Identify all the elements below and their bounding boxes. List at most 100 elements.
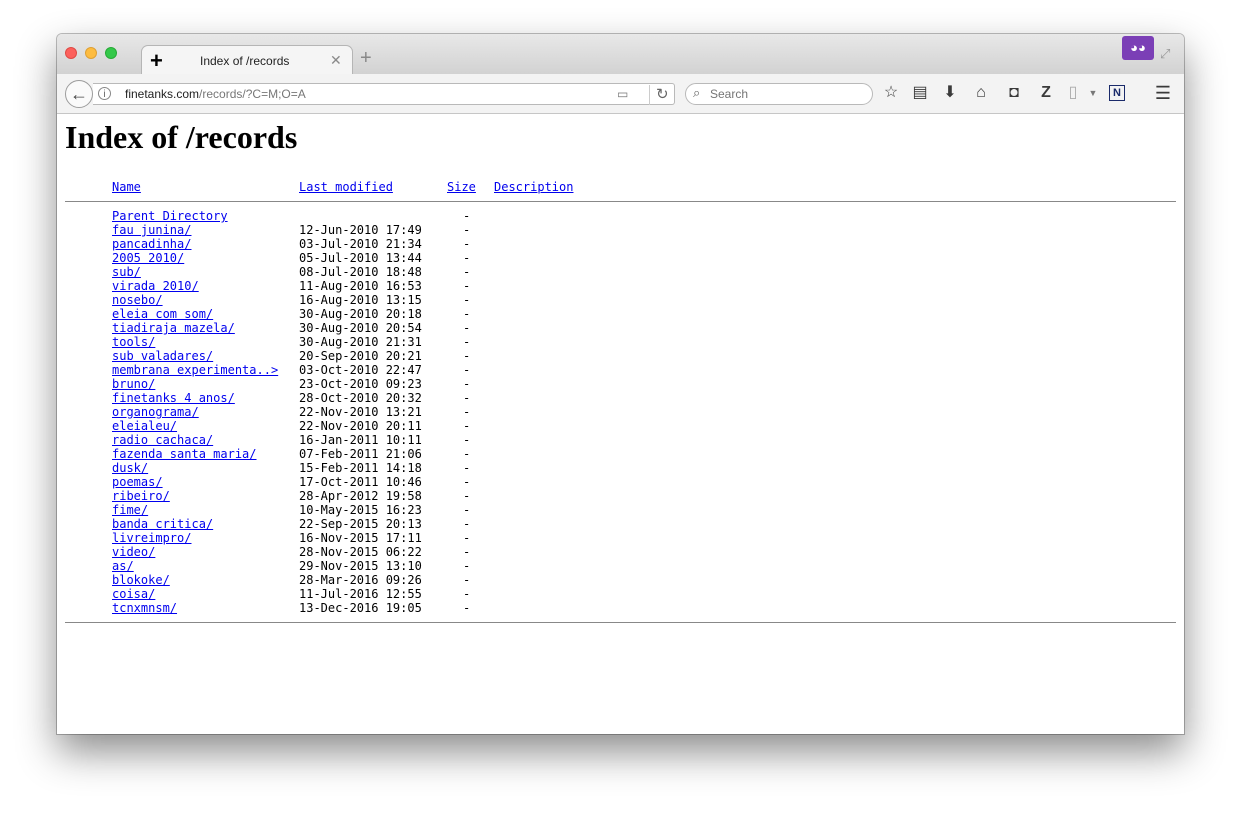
minimize-window-button[interactable] (85, 47, 97, 59)
menu-icon[interactable]: ☰ (1153, 84, 1173, 102)
entry-name-link[interactable]: virada 2010/ (112, 279, 199, 293)
navigation-toolbar: ← i finetanks.com/records/?C=M;O=A ▭ ↻ ⌕… (57, 74, 1184, 114)
entry-size: - (463, 363, 471, 377)
entry-modified: 30-Aug-2010 20:54 (299, 321, 422, 335)
entry-modified: 16-Jan-2011 10:11 (299, 433, 422, 447)
parent-directory-link[interactable]: Parent Directory (112, 209, 228, 223)
tab-close-icon[interactable]: ✕ (330, 52, 342, 69)
table-row: radio cachaca/16-Jan-2011 10:11 - (65, 433, 1176, 447)
close-window-button[interactable] (65, 47, 77, 59)
dropdown-arrow-icon[interactable]: ▼ (1083, 84, 1103, 102)
entry-name-link[interactable]: livreimpro/ (112, 531, 191, 545)
tab-title: Index of /records (200, 54, 290, 68)
entry-name-link[interactable]: video/ (112, 545, 155, 559)
table-row: virada 2010/11-Aug-2010 16:53 - (65, 279, 1176, 293)
entry-name-link[interactable]: organograma/ (112, 405, 199, 419)
entry-name-link[interactable]: poemas/ (112, 475, 163, 489)
entry-name-link[interactable]: tools/ (112, 335, 155, 349)
entry-name-link[interactable]: dusk/ (112, 461, 148, 475)
entry-name-link[interactable]: nosebo/ (112, 293, 163, 307)
entry-name-link[interactable]: banda critica/ (112, 517, 213, 531)
directory-listing: Name Last modified Size Description Pare… (65, 180, 1176, 623)
bookmarks-list-icon[interactable]: ▤ (910, 84, 930, 102)
site-info-icon[interactable]: i (98, 87, 111, 100)
entry-modified: 13-Dec-2016 19:05 (299, 601, 422, 615)
entry-name-link[interactable]: tcnxmnsm/ (112, 601, 177, 615)
entry-modified: 03-Jul-2010 21:34 (299, 237, 422, 251)
home-icon[interactable]: ⌂ (971, 84, 991, 102)
entry-name-link[interactable]: coisa/ (112, 587, 155, 601)
sort-description-link[interactable]: Description (494, 180, 573, 194)
entry-modified: 28-Mar-2016 09:26 (299, 573, 422, 587)
search-bar[interactable]: ⌕ (685, 83, 873, 105)
entry-size: - (463, 335, 471, 349)
entry-name-link[interactable]: as/ (112, 559, 134, 573)
bookmark-star-icon[interactable]: ☆ (881, 84, 901, 102)
entry-modified: 07-Feb-2011 21:06 (299, 447, 422, 461)
parent-size: - (463, 209, 471, 223)
table-row: bruno/23-Oct-2010 09:23 - (65, 377, 1176, 391)
table-row: poemas/17-Oct-2011 10:46 - (65, 475, 1176, 489)
url-text[interactable]: finetanks.com/records/?C=M;O=A (125, 87, 306, 101)
table-row: membrana experimenta..> 03-Oct-2010 22:47… (65, 363, 1176, 377)
table-row: video/28-Nov-2015 06:22 - (65, 545, 1176, 559)
entry-name-link[interactable]: membrana experimenta..> (112, 363, 278, 377)
entry-name-link[interactable]: tiadiraja mazela/ (112, 321, 235, 335)
table-row: organograma/22-Nov-2010 13:21 - (65, 405, 1176, 419)
table-row: finetanks 4 anos/28-Oct-2010 20:32 - (65, 391, 1176, 405)
entry-name-link[interactable]: finetanks 4 anos/ (112, 391, 235, 405)
zotero-icon[interactable]: Z (1036, 84, 1056, 102)
reload-icon[interactable]: ↻ (649, 85, 669, 105)
entry-name-link[interactable]: radio cachaca/ (112, 433, 213, 447)
noscript-icon[interactable]: N (1109, 85, 1125, 101)
entry-name-link[interactable]: pancadinha/ (112, 237, 191, 251)
entry-name-link[interactable]: eleialeu/ (112, 419, 177, 433)
table-row: pancadinha/03-Jul-2010 21:34 - (65, 237, 1176, 251)
search-input[interactable] (710, 87, 860, 101)
entry-name-link[interactable]: sub/ (112, 265, 141, 279)
entry-modified: 08-Jul-2010 18:48 (299, 265, 422, 279)
pocket-icon[interactable]: ◘ (1004, 84, 1024, 102)
downloads-icon[interactable]: ⬇ (940, 84, 960, 102)
entry-modified: 20-Sep-2010 20:21 (299, 349, 422, 363)
sort-size-link[interactable]: Size (447, 180, 476, 194)
entry-modified: 28-Nov-2015 06:22 (299, 545, 422, 559)
entry-name-link[interactable]: fime/ (112, 503, 148, 517)
entry-size: - (463, 517, 471, 531)
entry-name-link[interactable]: sub valadares/ (112, 349, 213, 363)
back-button[interactable]: ← (65, 80, 93, 108)
url-bar[interactable]: i finetanks.com/records/?C=M;O=A ▭ ↻ (93, 83, 675, 105)
sort-name-link[interactable]: Name (112, 180, 141, 194)
entry-size: - (463, 377, 471, 391)
entry-size: - (463, 237, 471, 251)
entry-name-link[interactable]: ribeiro/ (112, 489, 170, 503)
entry-size: - (463, 223, 471, 237)
page-icon[interactable]: ▯ (1063, 84, 1083, 102)
table-row: tiadiraja mazela/30-Aug-2010 20:54 - (65, 321, 1176, 335)
entry-name-link[interactable]: blokoke/ (112, 573, 170, 587)
active-tab[interactable]: + Index of /records ✕ (141, 45, 353, 76)
table-row: 2005 2010/05-Jul-2010 13:44 - (65, 251, 1176, 265)
entry-size: - (463, 419, 471, 433)
title-bar: + Index of /records ✕ + ◕◕ ⤢ (57, 34, 1184, 76)
entry-size: - (463, 587, 471, 601)
new-tab-button[interactable]: + (360, 48, 372, 68)
reader-view-icon[interactable]: ▭ (617, 87, 628, 101)
entry-name-link[interactable]: 2005 2010/ (112, 251, 184, 265)
entry-name-link[interactable]: eleia com som/ (112, 307, 213, 321)
entry-name-link[interactable]: fazenda santa maria/ (112, 447, 257, 461)
fullscreen-icon[interactable]: ⤢ (1160, 46, 1170, 62)
sort-modified-link[interactable]: Last modified (299, 180, 393, 194)
entries-list: fau junina/12-Jun-2010 17:49- pancadinha/… (65, 223, 1176, 615)
entry-modified: 10-May-2015 16:23 (299, 503, 422, 517)
listing-header-row: Name Last modified Size Description (65, 180, 1176, 194)
url-path: /records/?C=M;O=A (199, 87, 306, 101)
zoom-window-button[interactable] (105, 47, 117, 59)
private-browsing-mask-icon[interactable]: ◕◕ (1122, 36, 1154, 60)
entry-name-link[interactable]: fau junina/ (112, 223, 191, 237)
entry-modified: 17-Oct-2011 10:46 (299, 475, 422, 489)
entry-size: - (463, 349, 471, 363)
entry-name-link[interactable]: bruno/ (112, 377, 155, 391)
entry-size: - (463, 503, 471, 517)
